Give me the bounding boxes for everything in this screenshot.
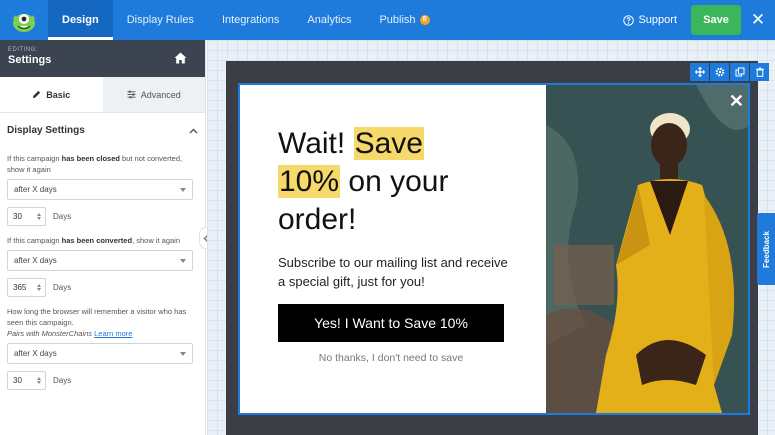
closed-rule-select[interactable]: after X days [7, 179, 193, 200]
remember-rule-pairs-text: Pairs with MonsterChains [7, 329, 93, 338]
chevron-down-icon [180, 351, 186, 356]
preview-stage: Wait! Save 10% on your order! Subscribe to… [226, 61, 769, 435]
help-circle-icon [623, 14, 635, 26]
model-image [546, 85, 748, 413]
stepper-icon[interactable] [37, 213, 41, 220]
tab-display-rules-label: Display Rules [126, 14, 194, 26]
popup-close-icon[interactable]: ✕ [729, 91, 744, 112]
popup-content: Wait! Save 10% on your order! Subscribe to… [240, 85, 546, 413]
converted-rule-days-input[interactable]: 365 [7, 278, 46, 297]
subtab-advanced[interactable]: Advanced [102, 77, 205, 112]
converted-rule-description: If this campaign has been converted, sho… [0, 235, 205, 246]
save-button[interactable]: Save [691, 5, 741, 35]
popup-subtext[interactable]: Subscribe to our mailing list and receiv… [278, 253, 518, 291]
remember-rule-text: How long the browser will remember a vis… [7, 307, 187, 327]
converted-rule-select-value: after X days [14, 256, 57, 265]
support-label: Support [638, 14, 677, 26]
closed-rule-number-row: 30 Days [7, 207, 198, 226]
converted-rule-days-value: 365 [13, 283, 27, 292]
closed-rule-select-value: after X days [14, 185, 57, 194]
duplicate-icon[interactable] [730, 63, 749, 81]
stepper-icon[interactable] [37, 377, 41, 384]
headline-word-order: order! [278, 203, 357, 236]
editing-label: EDITING: [8, 47, 39, 53]
top-navigation-bar: Design Display Rules Integrations Analyt… [0, 0, 775, 40]
remember-rule-description: How long the browser will remember a vis… [0, 306, 205, 339]
converted-rule-number-row: 365 Days [7, 278, 198, 297]
pencil-icon [33, 90, 41, 99]
remember-rule-days-input[interactable]: 30 [7, 371, 46, 390]
optinmonster-logo[interactable] [0, 0, 48, 40]
top-right-actions: Support Save ✕ [623, 0, 775, 40]
sliders-icon [127, 90, 136, 99]
settings-sidebar: EDITING: Settings Basic Advanced Display… [0, 40, 206, 435]
tab-analytics[interactable]: Analytics [293, 0, 365, 40]
chevron-down-icon [180, 258, 186, 263]
monster-logo-icon [13, 14, 35, 32]
closed-rule-description: If this campaign has been closed but not… [0, 153, 205, 175]
headline-highlight-percent: 10% [278, 165, 341, 198]
subtab-basic-label: Basic [46, 89, 71, 100]
popup-cta-button[interactable]: Yes! I Want to Save 10% [278, 304, 504, 342]
tab-design[interactable]: Design [48, 0, 113, 40]
headline-highlight-save: Save [353, 127, 424, 160]
remember-rule-select[interactable]: after X days [7, 343, 193, 364]
editing-title: Settings [8, 54, 52, 66]
publish-status-badge: 8 [419, 15, 430, 25]
support-link[interactable]: Support [623, 14, 691, 26]
element-toolbar [690, 63, 769, 81]
remember-rule-select-value: after X days [14, 349, 57, 358]
remember-rule-unit: Days [53, 376, 72, 385]
tab-publish-label: Publish [379, 14, 416, 26]
tab-analytics-label: Analytics [307, 14, 352, 26]
headline-word-wait: Wait! [278, 127, 354, 160]
converted-rule-unit: Days [53, 283, 72, 292]
popup-decline-link[interactable]: No thanks, I don't need to save [278, 352, 504, 364]
tab-design-label: Design [62, 14, 99, 26]
headline-word-on-your: on your [340, 165, 449, 198]
converted-rule-text-pre: If this campaign [7, 236, 62, 245]
stepper-icon[interactable] [37, 284, 41, 291]
subtab-advanced-label: Advanced [140, 89, 181, 100]
home-icon[interactable] [174, 51, 187, 69]
sidebar-subtabs: Basic Advanced [0, 77, 205, 113]
tab-display-rules[interactable]: Display Rules [113, 0, 208, 40]
popup-model-photo[interactable]: ✕ [546, 85, 748, 413]
tab-publish[interactable]: Publish 8 [365, 0, 443, 40]
popup-headline[interactable]: Wait! Save 10% on your order! [278, 125, 538, 239]
closed-rule-days-input[interactable]: 30 [7, 207, 46, 226]
closed-rule-text-bold: has been closed [61, 154, 120, 163]
chevron-up-icon [189, 128, 198, 133]
remember-rule-number-row: 30 Days [7, 371, 198, 390]
closed-rule-unit: Days [53, 212, 72, 221]
display-settings-section-header[interactable]: Display Settings [0, 113, 205, 136]
tab-integrations-label: Integrations [221, 14, 280, 26]
subtab-basic[interactable]: Basic [0, 77, 103, 112]
sidebar-header: EDITING: Settings [0, 40, 205, 77]
close-builder-icon[interactable]: ✕ [741, 10, 775, 30]
remember-rule-days-value: 30 [13, 376, 22, 385]
converted-rule-select[interactable]: after X days [7, 250, 193, 271]
move-icon[interactable] [690, 63, 709, 81]
converted-rule-text-post: , show it again [132, 236, 181, 245]
feedback-label: Feedback [761, 230, 771, 268]
tab-integrations[interactable]: Integrations [208, 0, 293, 40]
converted-rule-text-bold: has been converted [61, 236, 133, 245]
trash-icon[interactable] [750, 63, 769, 81]
chevron-down-icon [180, 187, 186, 192]
section-title: Display Settings [7, 125, 85, 136]
learn-more-link[interactable]: Learn more [94, 329, 132, 338]
gear-icon[interactable] [710, 63, 729, 81]
closed-rule-text-pre: If this campaign [7, 154, 62, 163]
feedback-tab[interactable]: Feedback [757, 213, 775, 285]
design-canvas: Wait! Save 10% on your order! Subscribe to… [207, 40, 775, 435]
campaign-popup[interactable]: Wait! Save 10% on your order! Subscribe to… [238, 83, 750, 415]
closed-rule-days-value: 30 [13, 212, 22, 221]
